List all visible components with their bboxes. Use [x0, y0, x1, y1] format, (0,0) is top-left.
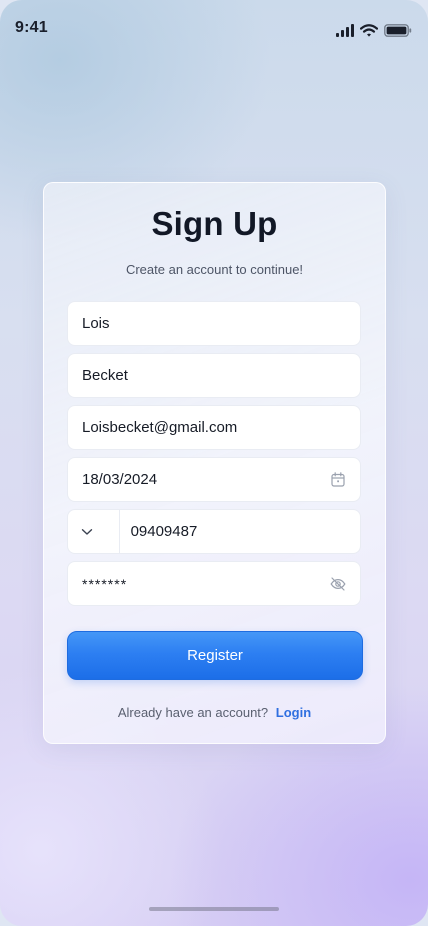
- first-name-input[interactable]: [68, 302, 360, 345]
- status-bar: 9:41: [0, 0, 428, 56]
- register-button[interactable]: Register: [67, 631, 363, 680]
- signup-screen: 9:41 Sign Up Create an account to contin…: [0, 0, 428, 926]
- last-name-field: [67, 353, 361, 398]
- email-input[interactable]: [68, 406, 360, 449]
- password-input[interactable]: [68, 562, 360, 605]
- wifi-icon: [360, 24, 378, 37]
- status-icons: [336, 24, 412, 37]
- email-field: [67, 405, 361, 450]
- page-subtitle: Create an account to continue!: [125, 262, 304, 277]
- login-prompt-row: Already have an account? Login: [44, 705, 385, 720]
- battery-icon: [384, 24, 412, 37]
- phone-input[interactable]: [119, 510, 360, 553]
- signal-icon: [336, 24, 354, 37]
- country-code-select[interactable]: [68, 510, 120, 553]
- signup-card: Sign Up Create an account to continue! L…: [43, 182, 386, 744]
- calendar-icon[interactable]: [330, 472, 346, 488]
- status-time: 9:41: [15, 19, 48, 36]
- login-link[interactable]: Login: [276, 705, 311, 720]
- first-name-field: [67, 301, 361, 346]
- eye-off-icon[interactable]: [330, 576, 346, 592]
- birth-date-field: [67, 457, 361, 502]
- birth-date-input[interactable]: [68, 458, 360, 501]
- home-indicator: [149, 907, 279, 911]
- last-name-input[interactable]: [68, 354, 360, 397]
- phone-field: [67, 509, 361, 554]
- password-field: [67, 561, 361, 606]
- chevron-down-icon: [81, 528, 93, 536]
- login-prompt-text: Already have an account?: [117, 705, 269, 720]
- page-title: Sign Up: [151, 205, 278, 242]
